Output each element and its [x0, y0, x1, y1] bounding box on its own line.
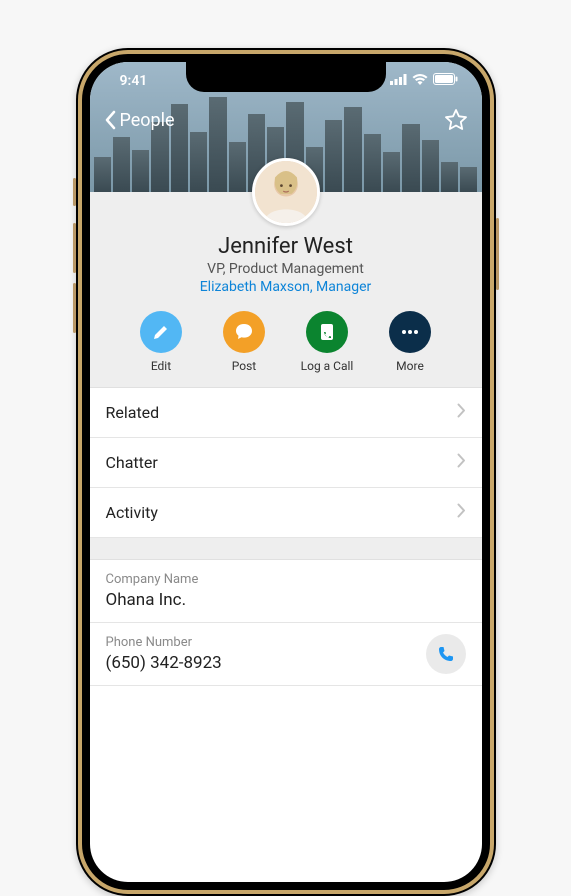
- more-label: More: [396, 359, 424, 373]
- post-label: Post: [232, 359, 256, 373]
- activity-row[interactable]: Activity: [90, 488, 482, 538]
- phone-log-icon: [317, 322, 337, 342]
- contact-manager-link[interactable]: Elizabeth Maxson, Manager: [102, 279, 470, 295]
- log-call-button[interactable]: Log a Call: [292, 311, 362, 373]
- related-label: Related: [106, 403, 160, 422]
- screen: 9:41 People: [90, 62, 482, 882]
- cellular-icon: [390, 74, 407, 85]
- nav-bar: People: [90, 100, 482, 140]
- activity-label: Activity: [106, 503, 158, 522]
- back-label: People: [120, 110, 175, 131]
- chevron-right-icon: [457, 503, 466, 522]
- phone-icon: [436, 644, 456, 664]
- avatar-image: [255, 161, 317, 223]
- phone-label: Phone Number: [106, 635, 466, 650]
- company-label: Company Name: [106, 572, 466, 587]
- ellipsis-icon: [400, 329, 420, 335]
- edit-button[interactable]: Edit: [126, 311, 196, 373]
- chevron-right-icon: [457, 453, 466, 472]
- chatter-row[interactable]: Chatter: [90, 438, 482, 488]
- chevron-left-icon: [104, 110, 116, 130]
- battery-icon: [433, 73, 458, 85]
- phone-frame: 9:41 People: [76, 48, 496, 896]
- company-value: Ohana Inc.: [106, 590, 466, 610]
- post-button[interactable]: Post: [209, 311, 279, 373]
- action-row: Edit Post Log a Call: [102, 311, 470, 373]
- contact-title: VP, Product Management: [102, 261, 470, 277]
- call-button[interactable]: [426, 634, 466, 674]
- profile-card: Jennifer West VP, Product Management Eli…: [90, 192, 482, 387]
- edit-label: Edit: [151, 359, 171, 373]
- log-call-label: Log a Call: [301, 359, 354, 373]
- company-field: Company Name Ohana Inc.: [90, 560, 482, 623]
- pencil-icon: [152, 323, 170, 341]
- avatar[interactable]: [252, 158, 320, 226]
- status-time: 9:41: [120, 73, 148, 89]
- related-row[interactable]: Related: [90, 388, 482, 438]
- phone-field: Phone Number (650) 342-8923: [90, 623, 482, 686]
- section-list: Related Chatter Activity: [90, 387, 482, 538]
- section-spacer: [90, 538, 482, 560]
- back-button[interactable]: People: [104, 110, 175, 131]
- more-button[interactable]: More: [375, 311, 445, 373]
- chevron-right-icon: [457, 403, 466, 422]
- contact-name: Jennifer West: [102, 234, 470, 259]
- speech-bubble-icon: [234, 322, 254, 342]
- wifi-icon: [412, 74, 428, 85]
- phone-value: (650) 342-8923: [106, 653, 466, 673]
- star-icon: [444, 108, 468, 132]
- chatter-label: Chatter: [106, 453, 158, 472]
- favorite-button[interactable]: [444, 108, 468, 132]
- status-icons: [390, 73, 458, 85]
- status-bar: 9:41: [90, 70, 482, 92]
